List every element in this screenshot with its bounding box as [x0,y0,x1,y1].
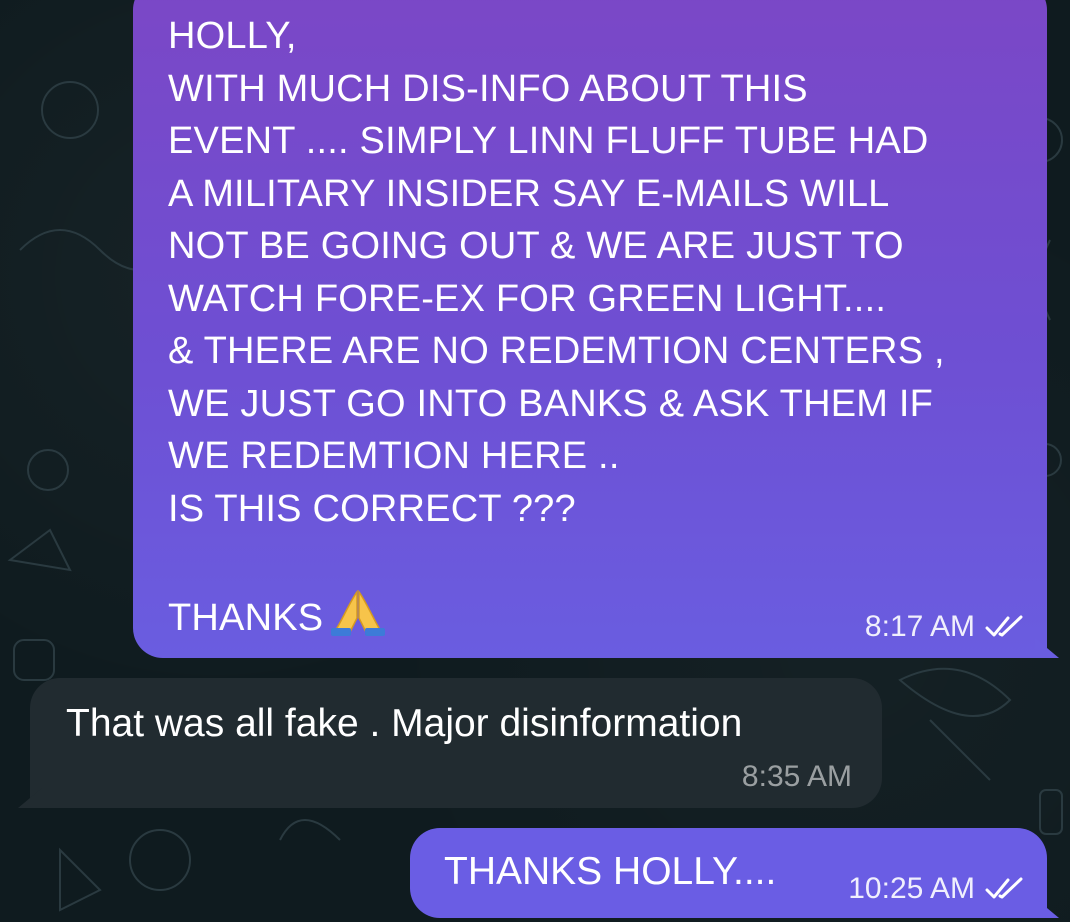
message-time: 8:35 AM [741,760,852,793]
message-text: That was all fake . Major disinformation [66,702,743,745]
message-meta: 8:17 AM [865,610,1027,644]
outgoing-message-bubble[interactable]: HOLLY, WITH MUCH DIS-INFO ABOUT THIS EVE… [133,0,1059,658]
message-meta: 10:25 AM [848,872,1027,906]
message-text: HOLLY, WITH MUCH DIS-INFO ABOUT THIS EVE… [168,15,945,639]
incoming-message-bubble[interactable]: That was all fake . Major disinformation… [18,678,882,808]
double-check-icon [985,615,1023,637]
message-time: 10:25 AM [848,872,975,905]
outgoing-message-bubble[interactable]: THANKS HOLLY.... 10:25 AM [410,828,1059,918]
double-check-icon [985,877,1023,899]
message-meta: 8:35 AM [742,760,852,794]
folded-hands-emoji-icon [329,588,387,636]
message-time: 8:17 AM [864,610,975,643]
